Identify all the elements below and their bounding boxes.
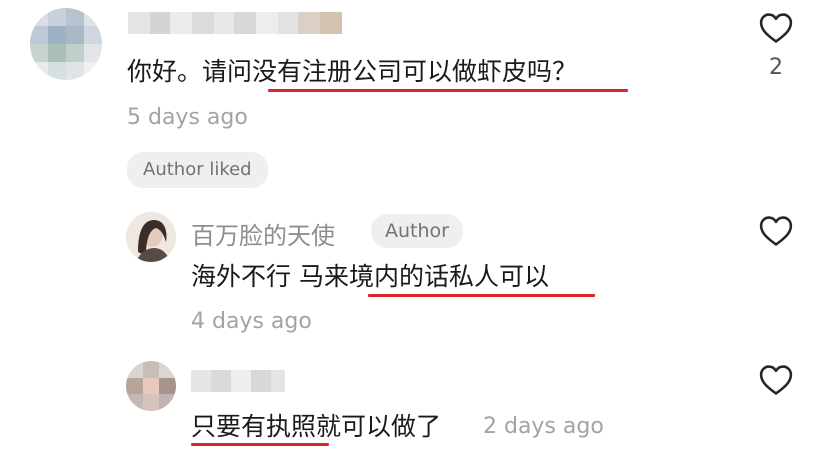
comment-timestamp: 4 days ago xyxy=(191,309,312,334)
like-button[interactable] xyxy=(759,364,793,400)
comment-text: 你好。请问没有注册公司可以做虾皮吗？ xyxy=(127,57,578,86)
heart-outline-icon xyxy=(759,365,793,395)
comment-text: 只要有执照就可以做了 xyxy=(191,412,442,441)
comment-text: 海外不行 马来境内的话私人可以 xyxy=(191,262,549,291)
author-liked-badge: Author liked xyxy=(127,152,268,188)
author-badge: Author xyxy=(371,214,463,248)
heart-outline-icon xyxy=(759,13,793,43)
like-count: 2 xyxy=(769,55,783,80)
avatar[interactable] xyxy=(30,8,102,80)
author-photo xyxy=(126,212,176,262)
avatar[interactable] xyxy=(126,361,176,411)
like-button[interactable] xyxy=(759,12,793,48)
author-name[interactable]: 百万脸的天使 xyxy=(191,216,335,251)
like-button[interactable] xyxy=(759,215,793,251)
blurred-username[interactable] xyxy=(191,370,285,392)
highlight-underline xyxy=(268,89,628,92)
heart-outline-icon xyxy=(759,216,793,246)
comment-timestamp: 2 days ago xyxy=(483,414,604,439)
highlight-underline xyxy=(191,443,329,446)
blurred-username[interactable] xyxy=(128,12,342,34)
comment-timestamp: 5 days ago xyxy=(127,105,248,130)
avatar[interactable] xyxy=(126,212,176,262)
highlight-underline xyxy=(368,294,595,297)
